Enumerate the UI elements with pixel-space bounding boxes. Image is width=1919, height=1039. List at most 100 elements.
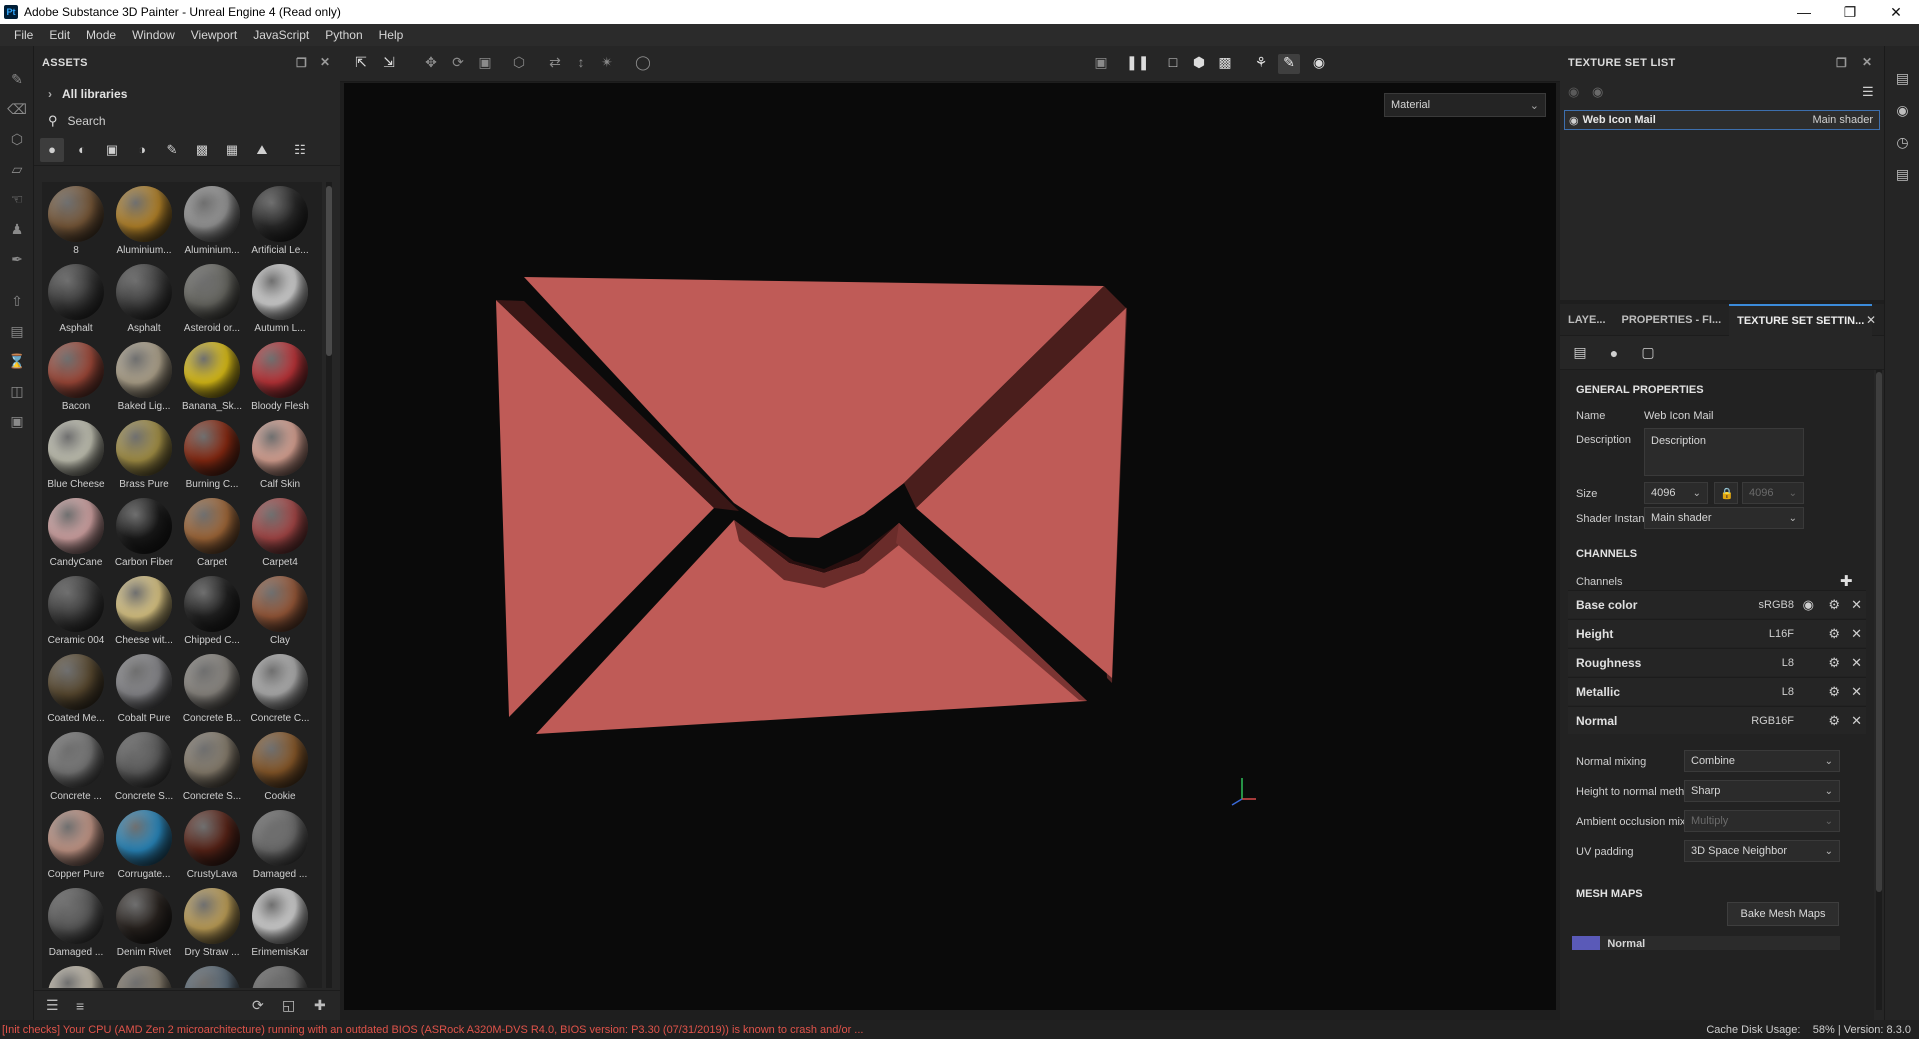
asset-thumbnail[interactable]: CrustyLava	[178, 806, 246, 884]
asset-thumbnail[interactable]: Coated Me...	[42, 650, 110, 728]
asset-thumbnail[interactable]: Burning C...	[178, 416, 246, 494]
mesh-map-row[interactable]: Normal	[1572, 936, 1840, 950]
remove-icon[interactable]: ✕	[1851, 684, 1862, 700]
asset-thumbnail[interactable]: ErimemisKar	[246, 884, 314, 962]
asset-thumbnail[interactable]: Damaged ...	[246, 806, 314, 884]
normal-mixing-select[interactable]: Combine ⌄	[1684, 750, 1840, 772]
status-warning[interactable]: [Init checks] Your CPU (AMD Zen 2 microa…	[0, 1024, 863, 1036]
remove-icon[interactable]: ✕	[1851, 626, 1862, 642]
smudge-tool[interactable]: ☜	[0, 184, 34, 214]
pause-icon[interactable]: ❚❚	[1126, 54, 1149, 74]
assets-scrollbar[interactable]	[326, 182, 332, 988]
add-channel-icon[interactable]: ✚	[1840, 572, 1853, 590]
asset-thumbnail[interactable]: Carpet4	[246, 494, 314, 572]
history-dock-button[interactable]: ◷	[1885, 126, 1919, 158]
paint-mode-icon[interactable]: ✎	[1278, 54, 1300, 74]
display-settings-dock-button[interactable]: ▣	[0, 406, 34, 436]
filter-textures-button[interactable]: ▦	[220, 138, 244, 162]
screenshot-icon[interactable]: ◉	[1308, 54, 1330, 74]
asset-thumbnail[interactable]: Cheese wit...	[110, 572, 178, 650]
add-icon[interactable]: ✚	[314, 997, 326, 1014]
scrollbar-thumb[interactable]	[326, 186, 332, 356]
asset-thumbnail[interactable]: Concrete S...	[110, 728, 178, 806]
gear-icon[interactable]: ⚙	[1828, 713, 1840, 729]
asset-thumbnail[interactable]: Blue Cheese	[42, 416, 110, 494]
visibility-off-icon[interactable]: ◉	[1568, 84, 1579, 100]
material-ball-icon[interactable]: ●	[1602, 341, 1626, 365]
asset-thumbnail[interactable]: Aluminium...	[178, 182, 246, 260]
eye-icon[interactable]: ◉	[1592, 84, 1603, 100]
log-dock-button[interactable]: ◫	[0, 376, 34, 406]
asset-thumbnail[interactable]: 8	[42, 182, 110, 260]
transform-uv-icon[interactable]: ⇱	[350, 54, 372, 74]
asset-thumbnail[interactable]: Baked Lig...	[110, 338, 178, 416]
asset-thumbnail[interactable]: Banana_Sk...	[178, 338, 246, 416]
name-value[interactable]: Web Icon Mail	[1644, 410, 1714, 422]
undock-icon[interactable]: ❐	[1836, 56, 1847, 70]
3d-viewport[interactable]: Material ⌄	[344, 83, 1556, 1010]
view-mode-button[interactable]: ☷	[288, 138, 312, 162]
gear-icon[interactable]: ⚙	[1828, 655, 1840, 671]
menu-file[interactable]: File	[6, 28, 41, 42]
scrollbar-thumb[interactable]	[1876, 372, 1882, 892]
list-filter-icon[interactable]: ☰	[46, 997, 59, 1014]
material-dock-button[interactable]: ◉	[1885, 94, 1919, 126]
menu-edit[interactable]: Edit	[41, 28, 78, 42]
camera-icon[interactable]: ▩	[1214, 54, 1236, 74]
list-view-icon[interactable]: ≡	[76, 998, 84, 1014]
asset-thumbnail[interactable]	[178, 962, 246, 988]
new-folder-icon[interactable]: ◱	[282, 997, 295, 1014]
symmetry-icon[interactable]: ⇄	[544, 54, 566, 74]
menu-javascript[interactable]: JavaScript	[245, 28, 317, 42]
asset-thumbnail[interactable]: Denim Rivet	[110, 884, 178, 962]
restore-button[interactable]: ❐	[1827, 0, 1873, 24]
move-icon[interactable]: ✥	[420, 54, 442, 74]
settings-scrollbar[interactable]	[1876, 370, 1882, 1010]
all-libraries-item[interactable]: › All libraries	[34, 80, 340, 108]
object-icon[interactable]: ⬡	[508, 54, 530, 74]
filter-smart-materials-button[interactable]: ◐	[70, 138, 94, 162]
filter-alphas-button[interactable]: ▩	[190, 138, 214, 162]
close-icon[interactable]: ✕	[1862, 55, 1872, 69]
texture-set-row[interactable]: ◉ Web Icon Mail Main shader	[1564, 110, 1880, 130]
asset-thumbnail[interactable]: Calf Skin	[246, 416, 314, 494]
channel-format[interactable]: sRGB8	[1759, 599, 1794, 611]
rotate-icon[interactable]: ⟳	[447, 54, 469, 74]
channel-row-metallic[interactable]: Metallic L8 ⚙ ✕	[1568, 677, 1866, 705]
asset-thumbnail[interactable]: Clay	[246, 572, 314, 650]
asset-thumbnail[interactable]: CandyCane	[42, 494, 110, 572]
eraser-tool[interactable]: ⌫	[0, 94, 34, 124]
color-picker-tool[interactable]: ✒	[0, 244, 34, 274]
properties-dock-button[interactable]: ▤	[1885, 158, 1919, 190]
polygon-fill-tool[interactable]: ▱	[0, 154, 34, 184]
asset-thumbnail[interactable]: Carpet	[178, 494, 246, 572]
channel-row-base-color[interactable]: Base color sRGB8 ◉ ⚙ ✕	[1568, 590, 1866, 618]
close-window-button[interactable]: ✕	[1873, 0, 1919, 24]
asset-thumbnail[interactable]: Bacon	[42, 338, 110, 416]
asset-thumbnail[interactable]: Concrete ...	[42, 728, 110, 806]
asset-thumbnail[interactable]	[110, 962, 178, 988]
asset-thumbnail[interactable]: Dry Straw ...	[178, 884, 246, 962]
channel-format[interactable]: L16F	[1769, 628, 1794, 640]
camera-3d-icon[interactable]: ⬢	[1188, 54, 1210, 74]
channel-format[interactable]: L8	[1782, 657, 1794, 669]
color-profile-icon[interactable]: ◉	[1803, 597, 1814, 613]
refresh-icon[interactable]: ⟳	[252, 997, 264, 1014]
close-icon[interactable]: ✕	[1866, 313, 1876, 327]
gear-icon[interactable]: ⚙	[1828, 626, 1840, 642]
menu-window[interactable]: Window	[124, 28, 183, 42]
asset-thumbnail[interactable]: Asphalt	[42, 260, 110, 338]
menu-mode[interactable]: Mode	[78, 28, 124, 42]
bake-mesh-maps-button[interactable]: Bake Mesh Maps	[1727, 902, 1839, 926]
search-input[interactable]: Search	[68, 114, 106, 128]
asset-thumbnail[interactable]: Brass Pure	[110, 416, 178, 494]
channel-format[interactable]: L8	[1782, 686, 1794, 698]
asset-thumbnail[interactable]: Cookie	[246, 728, 314, 806]
asset-thumbnail[interactable]: Concrete B...	[178, 650, 246, 728]
asset-thumbnail[interactable]: Concrete C...	[246, 650, 314, 728]
filter-generators-button[interactable]: ◑	[130, 138, 154, 162]
size-lock-button[interactable]: 🔒	[1714, 482, 1738, 504]
assets-search[interactable]: ⚲ Search	[34, 108, 340, 134]
tab-properties[interactable]: PROPERTIES - FI...	[1614, 304, 1730, 336]
splitting-icon[interactable]: ⚘	[1250, 54, 1272, 74]
